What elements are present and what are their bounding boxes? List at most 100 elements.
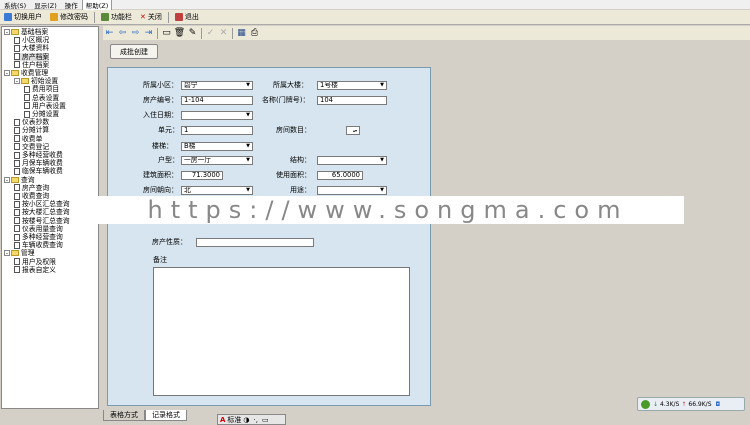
tree-item[interactable]: 房产查询: [14, 184, 49, 192]
tree-item[interactable]: 按大楼汇总查询: [14, 208, 70, 216]
building-select[interactable]: 1号楼 ▼: [317, 81, 387, 90]
rooms-stepper[interactable]: ▴▾: [346, 126, 360, 135]
tree-item[interactable]: 大楼资料: [14, 44, 49, 52]
tree-item[interactable]: 仪表用量查询: [14, 225, 63, 233]
tree-item[interactable]: - 查询: [4, 176, 35, 184]
tree-item[interactable]: 住户档案: [14, 61, 49, 69]
tree-item[interactable]: 交费登记: [14, 143, 49, 151]
delete-icon[interactable]: 🗑: [174, 28, 185, 38]
stair-select[interactable]: B梯 ▼: [181, 142, 253, 151]
tab-table-view[interactable]: 表格方式: [103, 410, 145, 421]
cancel-icon[interactable]: ✕: [219, 28, 228, 38]
tree-item-label: 多种经营收费: [22, 151, 63, 159]
confirm-icon[interactable]: ✓: [206, 28, 215, 38]
next-record-icon[interactable]: ⇨: [131, 28, 140, 38]
orient-label: 房间朝向：: [143, 186, 178, 194]
community-select[interactable]: 碧宁 ▼: [181, 81, 253, 90]
network-speed-widget: ↓ 4.3K/S ↑ 66.9K/S ◘: [637, 397, 745, 411]
type-select[interactable]: 一房一厅 ▼: [181, 156, 253, 165]
tree-item[interactable]: 月保车辆收费: [14, 159, 63, 167]
toolbar-separator: [167, 11, 169, 23]
grid-icon[interactable]: ▦: [237, 28, 246, 38]
network-logo-icon: [641, 399, 650, 409]
tree-item[interactable]: 按小区汇总查询: [14, 200, 70, 208]
key-icon: [50, 13, 58, 21]
print-icon[interactable]: ⎙: [250, 28, 259, 38]
collapse-icon[interactable]: -: [4, 176, 10, 183]
orient-select[interactable]: 北 ▼: [181, 186, 253, 195]
structure-select[interactable]: ▼: [317, 156, 387, 165]
build-area-input[interactable]: 71.3000: [181, 171, 223, 180]
tree-item[interactable]: 总表设置: [24, 94, 59, 102]
tree-item[interactable]: 收费查询: [14, 192, 49, 200]
tree-item[interactable]: 多种经营收费: [14, 151, 63, 159]
collapse-icon[interactable]: -: [14, 78, 20, 85]
checkin-label: 入住日期：: [143, 111, 178, 119]
checkin-date-picker[interactable]: ▼: [181, 111, 253, 120]
document-icon: [14, 266, 20, 274]
menu-view[interactable]: 显示(Z): [30, 0, 61, 10]
edit-icon[interactable]: ✎: [188, 28, 197, 38]
rooms-label: 房间数目：: [276, 126, 311, 134]
tree-item[interactable]: 仪表抄数: [14, 118, 49, 126]
keyboard-icon[interactable]: ▭: [260, 416, 271, 424]
building-label: 所属大楼：: [273, 81, 308, 89]
tree-item[interactable]: 房产档案: [14, 52, 50, 61]
collapse-icon[interactable]: -: [4, 70, 10, 77]
document-icon: [14, 151, 20, 159]
unit-input[interactable]: 1: [181, 126, 253, 135]
document-icon: [14, 53, 20, 61]
chevron-down-icon: ▼: [380, 82, 384, 88]
switch-user-button[interactable]: 切换用户: [0, 10, 46, 25]
prev-record-icon[interactable]: ⇦: [118, 28, 127, 38]
exit-button[interactable]: 退出: [171, 10, 203, 25]
tree-item[interactable]: 按楼号汇总查询: [14, 217, 70, 225]
build-area-label: 建筑面积：: [143, 171, 178, 179]
tree-item[interactable]: 分摊设置: [24, 110, 59, 118]
function-bar-button[interactable]: 功能栏: [97, 10, 136, 25]
tree-item[interactable]: 费用项目: [24, 85, 59, 93]
house-no-input[interactable]: 1-104: [181, 96, 253, 105]
collapse-icon[interactable]: -: [4, 29, 10, 36]
name-input[interactable]: 104: [317, 96, 387, 105]
moon-icon[interactable]: ◑: [241, 416, 251, 424]
tree-item[interactable]: 收费单: [14, 135, 42, 143]
menu-operate[interactable]: 操作: [61, 0, 82, 10]
tree-item-label: 临保车辆收费: [22, 167, 63, 176]
tree-item[interactable]: - 收费管理: [4, 69, 48, 77]
last-record-icon[interactable]: ⇥: [144, 28, 153, 38]
tree-item[interactable]: - 基础档案: [4, 28, 48, 36]
nature-input[interactable]: [196, 238, 314, 247]
ime-logo-icon: A: [220, 415, 226, 424]
settings-icon[interactable]: ◘: [716, 401, 721, 408]
tree-item-label: 报表自定义: [22, 265, 56, 274]
remark-textarea[interactable]: [153, 267, 410, 396]
punctuation-icon[interactable]: ·,: [252, 416, 260, 424]
use-area-input[interactable]: 65.0000: [317, 171, 363, 180]
batch-create-button[interactable]: 成批创建: [110, 44, 158, 59]
tab-record-view[interactable]: 记录格式: [145, 410, 187, 421]
tree-item[interactable]: - 初始设置: [14, 77, 58, 85]
tree-item[interactable]: 报表自定义: [14, 266, 56, 274]
tree-item[interactable]: 车辆收费查询: [14, 241, 63, 249]
tree-item[interactable]: - 管理: [4, 249, 35, 257]
tree-item[interactable]: 小区概况: [14, 36, 49, 44]
collapse-icon[interactable]: -: [4, 250, 10, 257]
tree-item-label: 仪表抄数: [22, 118, 50, 127]
usage-select[interactable]: ▼: [317, 186, 387, 195]
tree-item-label: 管理: [21, 249, 35, 258]
change-password-button[interactable]: 修改密码: [46, 10, 92, 25]
tree-item[interactable]: 临保车辆收费: [14, 167, 63, 175]
document-icon: [14, 143, 20, 151]
tree-item-label: 房产档案: [22, 52, 50, 61]
tree-item[interactable]: 多种经营查询: [14, 233, 63, 241]
ime-mode[interactable]: 标准: [227, 415, 241, 425]
tree-item[interactable]: 分摊计算: [14, 126, 49, 134]
tree-item[interactable]: 用户及权限: [14, 258, 56, 266]
new-record-icon[interactable]: ▭: [162, 28, 171, 38]
tree-item[interactable]: 用户表设置: [24, 102, 66, 110]
first-record-icon[interactable]: ⇤: [105, 28, 114, 38]
menu-system[interactable]: 系统(S): [0, 0, 30, 10]
document-icon: [14, 217, 20, 225]
close-button[interactable]: ✕ 关闭: [136, 10, 166, 25]
